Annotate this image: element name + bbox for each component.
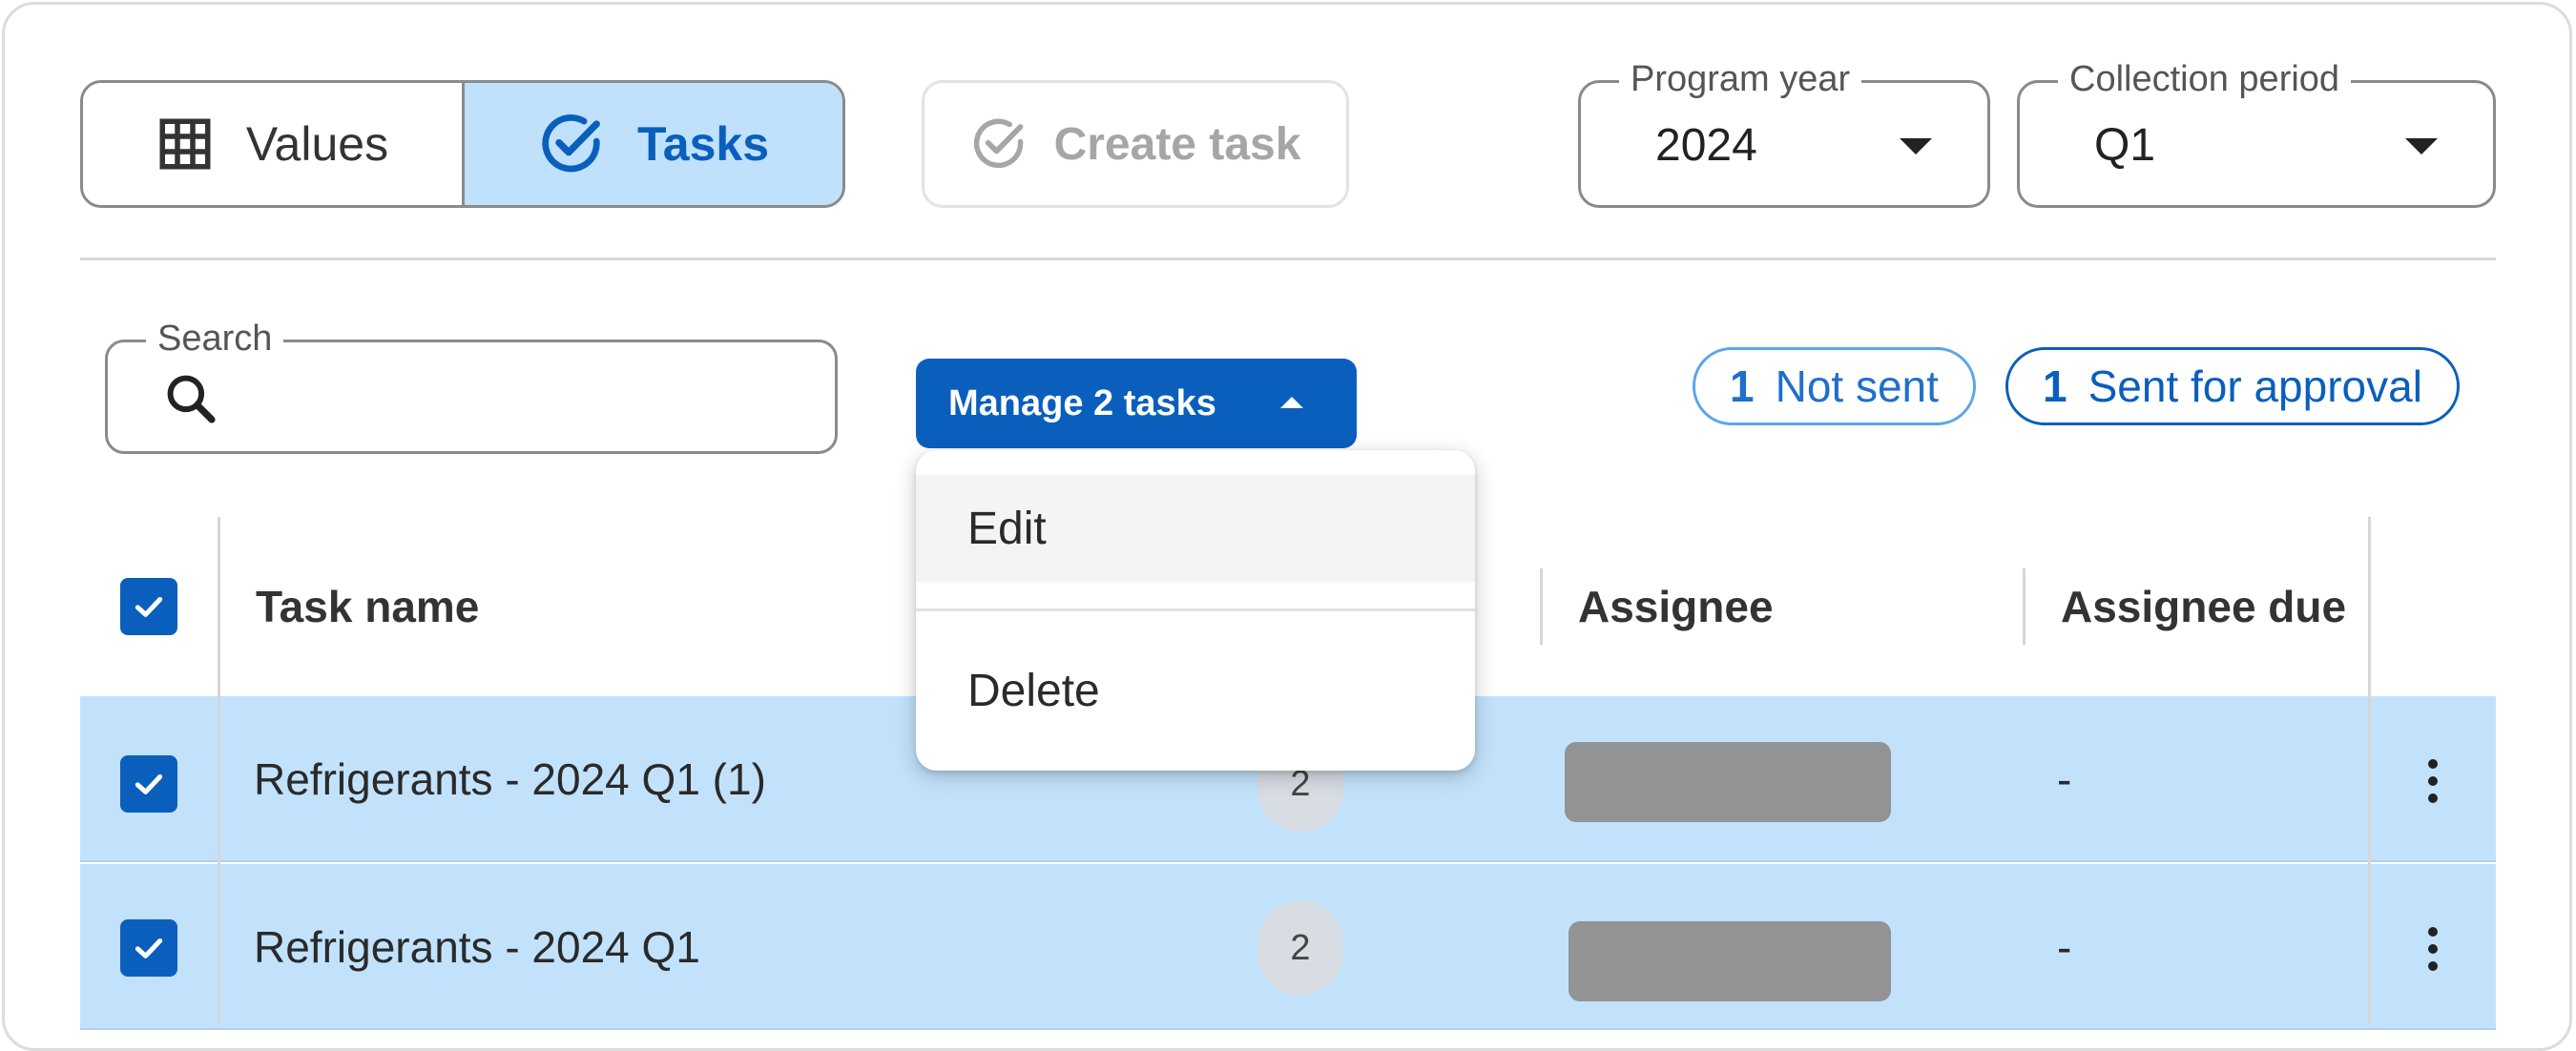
status-chip-label: Sent for approval [2088, 361, 2422, 411]
count-badge: 2 [1257, 900, 1343, 996]
menu-divider [916, 608, 1475, 611]
checkmark-icon [135, 774, 163, 794]
status-chip-not-sent[interactable]: 1 Not sent [1693, 347, 1976, 425]
kebab-icon[interactable] [2427, 759, 2439, 803]
checkmark-icon [135, 597, 163, 617]
program-year-select[interactable]: Program year 2024 [1578, 54, 1990, 208]
assignee-due-cell: - [2057, 922, 2072, 972]
table-row[interactable]: Refrigerants - 2024 Q1 2 - [80, 864, 2496, 1030]
search-input[interactable]: Search [105, 314, 838, 454]
search-icon [161, 369, 220, 428]
column-divider [2368, 517, 2371, 1024]
create-task-label: Create task [1053, 118, 1301, 170]
status-chip-count: 1 [1730, 361, 1755, 411]
status-chip-sent-for-approval[interactable]: 1 Sent for approval [2005, 347, 2460, 425]
program-year-value: 2024 [1655, 120, 1757, 171]
column-divider [2023, 568, 2025, 645]
collection-period-select[interactable]: Collection period Q1 [2017, 54, 2496, 208]
values-label: Values [245, 117, 389, 171]
manage-tasks-menu: Edit Delete [916, 450, 1475, 771]
status-chip-count: 1 [2043, 361, 2067, 411]
caret-down-icon [1900, 138, 1932, 155]
column-divider [218, 517, 220, 1024]
row-checkbox[interactable] [120, 755, 177, 813]
create-task-button[interactable]: Create task [922, 80, 1349, 208]
program-year-label: Program year [1619, 54, 1862, 104]
manage-tasks-label: Manage 2 tasks [948, 382, 1216, 423]
collection-period-value: Q1 [2094, 120, 2156, 171]
caret-down-icon [2405, 138, 2438, 155]
checkmark-icon [135, 938, 163, 958]
menu-item-delete[interactable]: Delete [916, 637, 1475, 744]
check-circle-icon [538, 111, 605, 177]
task-name-cell[interactable]: Refrigerants - 2024 Q1 (1) [254, 696, 766, 862]
row-checkbox[interactable] [120, 919, 177, 977]
grid-icon [156, 115, 214, 173]
search-label: Search [146, 314, 284, 363]
column-header-task-name[interactable]: Task name [256, 517, 479, 696]
select-all-checkbox[interactable] [120, 578, 177, 635]
values-toggle-button[interactable]: Values [83, 83, 465, 205]
manage-tasks-button[interactable]: Manage 2 tasks [916, 359, 1357, 448]
assignee-redacted [1568, 921, 1891, 1001]
assignee-due-cell: - [2057, 754, 2072, 804]
column-divider [1540, 568, 1543, 645]
view-toggle: Values Tasks [80, 80, 845, 208]
column-header-assignee[interactable]: Assignee [1578, 517, 1774, 696]
menu-item-edit[interactable]: Edit [916, 475, 1475, 582]
status-chip-label: Not sent [1775, 361, 1939, 411]
tasks-toggle-button[interactable]: Tasks [465, 83, 842, 205]
assignee-redacted [1565, 742, 1891, 822]
column-header-assignee-due[interactable]: Assignee due [2061, 517, 2346, 696]
task-name-cell[interactable]: Refrigerants - 2024 Q1 [254, 864, 700, 1030]
kebab-icon[interactable] [2427, 927, 2439, 971]
check-circle-icon [970, 115, 1028, 173]
tasks-label: Tasks [636, 117, 770, 171]
collection-period-label: Collection period [2058, 54, 2352, 104]
caret-up-icon [1280, 397, 1303, 408]
divider [80, 258, 2496, 260]
